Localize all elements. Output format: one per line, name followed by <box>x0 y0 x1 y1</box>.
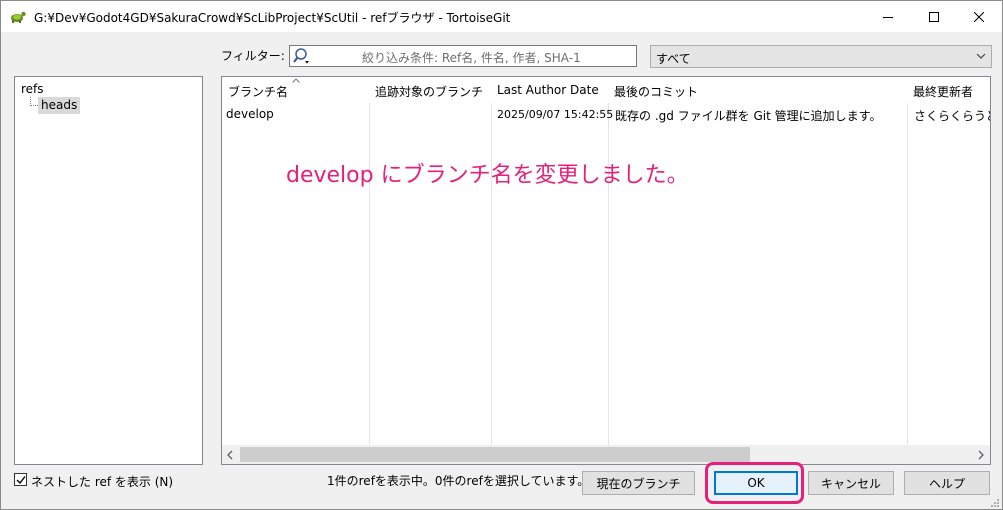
ref-browser-window: G:¥Dev¥Godot4GD¥SakuraCrowd¥ScLibProject… <box>0 0 1003 510</box>
row-date: 2025/09/07 15:42:55 <box>497 108 614 121</box>
column-header-last-commit[interactable]: 最後のコミット <box>608 77 907 103</box>
tree-node-refs[interactable]: refs <box>21 82 44 96</box>
ref-tree[interactable]: refs heads <box>14 76 203 465</box>
column-divider[interactable] <box>369 77 370 446</box>
magnifier-icon[interactable] <box>292 47 312 65</box>
checkmark-icon <box>16 476 26 485</box>
status-text: 1件のrefを表示中。0件のrefを選択しています。 <box>327 474 590 488</box>
annotation-callout: develop にブランチ名を変更しました。 <box>286 163 689 188</box>
column-header-branch[interactable]: ブランチ名 <box>222 77 369 103</box>
column-header-date[interactable]: Last Author Date <box>491 77 608 103</box>
filter-search-input[interactable]: 絞り込み条件: Ref名, 件名, 作者, SHA-1 <box>289 45 637 67</box>
filter-scope-select[interactable]: すべて <box>650 45 992 68</box>
maximize-icon <box>929 11 939 22</box>
close-icon <box>974 11 984 22</box>
close-button[interactable] <box>956 1 1002 32</box>
tortoisegit-icon[interactable] <box>9 8 27 24</box>
column-tracked-label: 追跡対象のブランチ <box>375 85 484 99</box>
window-title: G:¥Dev¥Godot4GD¥SakuraCrowd¥ScLibProject… <box>34 11 511 25</box>
tree-node-heads[interactable]: heads <box>38 97 81 114</box>
column-branch-label: ブランチ名 <box>228 85 289 99</box>
ok-button[interactable]: OK <box>714 471 798 495</box>
row-author: さくらくらうど <box>914 109 991 123</box>
scrollbar-thumb[interactable] <box>240 447 750 462</box>
scroll-left-icon[interactable] <box>225 450 235 460</box>
column-header-tracked[interactable]: 追跡対象のブランチ <box>369 77 491 103</box>
column-divider[interactable] <box>608 77 609 446</box>
cancel-button[interactable]: キャンセル <box>808 471 894 495</box>
maximize-button[interactable] <box>911 1 957 32</box>
title-bar[interactable]: G:¥Dev¥Godot4GD¥SakuraCrowd¥ScLibProject… <box>1 1 1002 32</box>
column-author-label: 最終更新者 <box>913 85 974 99</box>
column-divider[interactable] <box>907 77 908 446</box>
tree-connector <box>30 97 38 106</box>
show-nested-refs-checkbox[interactable] <box>14 473 27 486</box>
chevron-down-icon <box>976 53 986 59</box>
ref-list[interactable]: ブランチ名 追跡対象のブランチ Last Author Date 最後のコミット… <box>221 76 991 465</box>
row-branch: develop <box>226 107 274 121</box>
sort-ascending-icon <box>292 78 300 83</box>
show-nested-refs-label[interactable]: ネストした ref を表示 (N) <box>31 473 173 490</box>
current-branch-button[interactable]: 現在のブランチ <box>582 471 695 495</box>
column-date-label: Last Author Date <box>497 83 599 97</box>
row-last-commit: 既存の .gd ファイル群を Git 管理に追加します。 <box>615 109 882 123</box>
column-header-author[interactable]: 最終更新者 <box>907 77 990 103</box>
column-divider[interactable] <box>491 77 492 446</box>
search-placeholder: 絞り込み条件: Ref名, 件名, 作者, SHA-1 <box>362 51 581 65</box>
filter-scope-value: すべて <box>656 52 691 66</box>
horizontal-scrollbar[interactable] <box>222 445 990 464</box>
scroll-right-icon[interactable] <box>976 450 986 460</box>
resize-grip-icon[interactable] <box>990 498 1000 508</box>
minimize-button[interactable] <box>865 1 911 32</box>
column-last-commit-label: 最後のコミット <box>614 85 699 99</box>
help-button[interactable]: ヘルプ <box>904 471 990 495</box>
filter-label: フィルター: <box>221 49 285 63</box>
minimize-icon <box>883 16 893 18</box>
